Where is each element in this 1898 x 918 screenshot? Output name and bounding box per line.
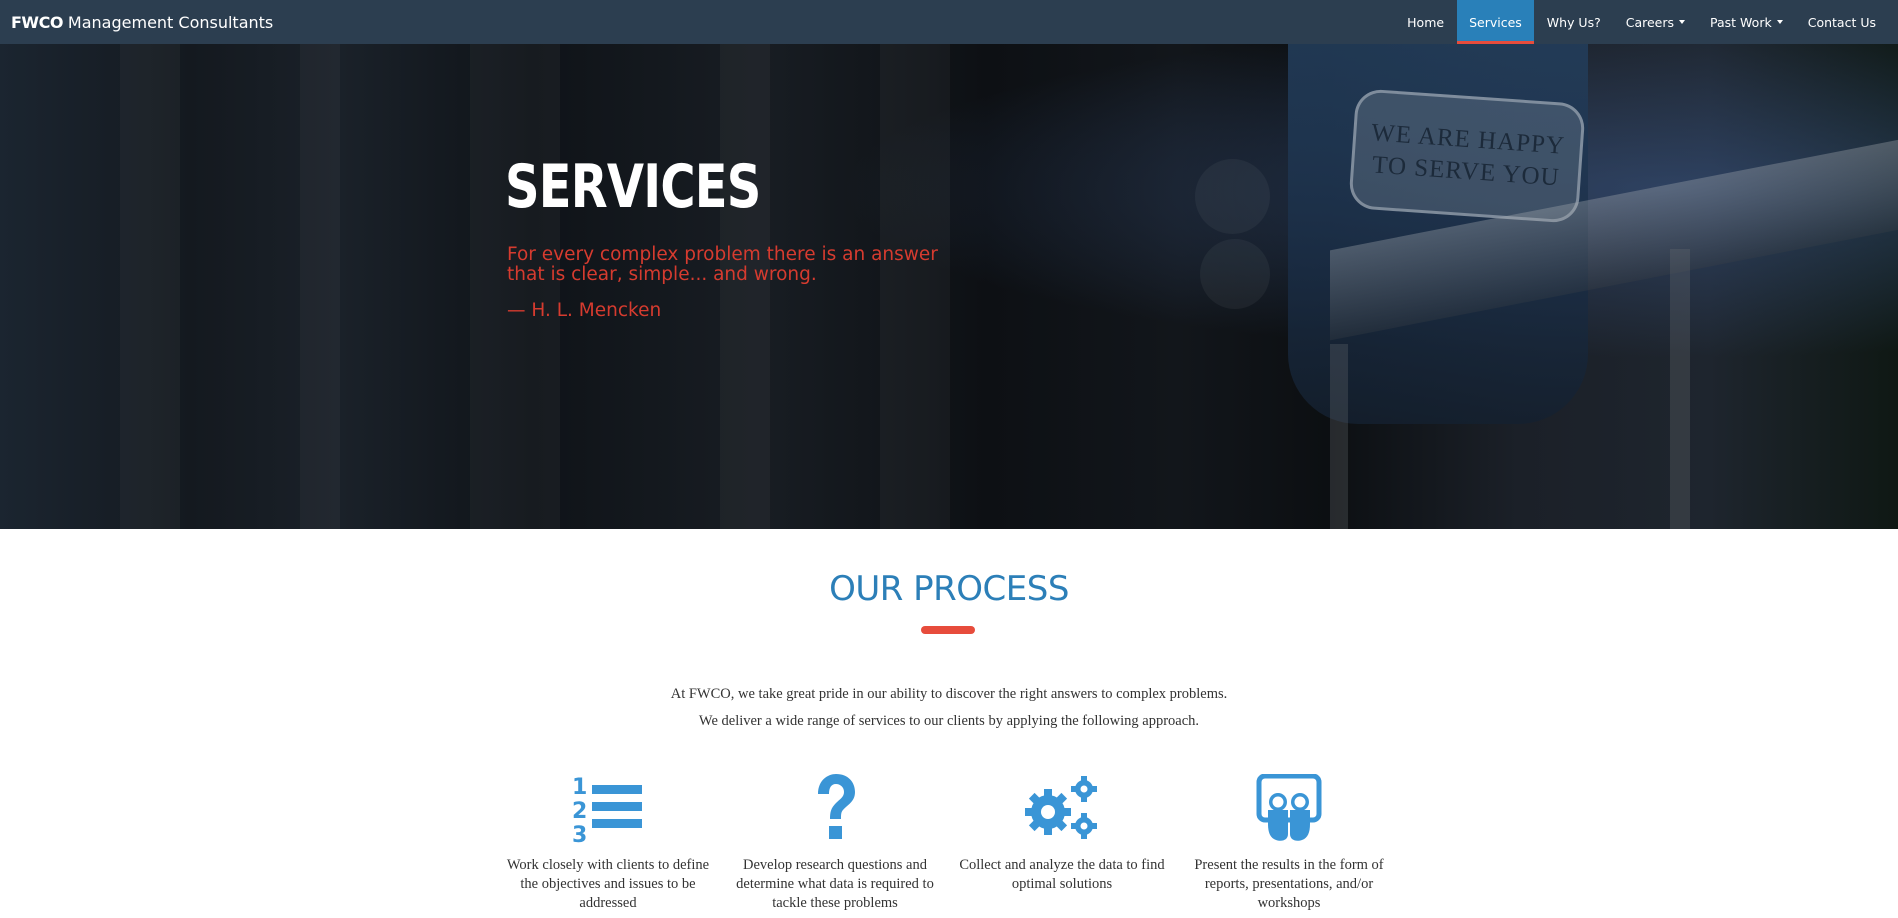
nav-careers[interactable]: Careers <box>1613 0 1697 44</box>
background-stripe <box>470 44 560 529</box>
step-text: Present the results in the form of repor… <box>1194 857 1384 911</box>
svg-text:3: 3 <box>572 823 587 844</box>
background-stripe <box>880 44 950 529</box>
nav-menu: Home Services Why Us? Careers Past Work … <box>1395 0 1898 44</box>
section-title: OUR PROCESS <box>829 569 1069 609</box>
intro-line-2: We deliver a wide range of services to o… <box>698 713 1200 729</box>
bokeh-light <box>1200 239 1270 309</box>
nav-services[interactable]: Services <box>1456 0 1535 44</box>
pillar-image <box>1330 344 1348 529</box>
nav-past-work[interactable]: Past Work <box>1698 0 1796 44</box>
hero-quote: For every complex problem there is an an… <box>507 244 938 285</box>
bokeh-light <box>1195 159 1270 234</box>
nav-home[interactable]: Home <box>1395 0 1457 44</box>
navbar: FWCO Management Consultants Home Services… <box>0 0 1898 44</box>
background-stripe <box>720 44 770 529</box>
nav-past-work-label: Past Work <box>1710 14 1772 30</box>
gears-icon <box>957 774 1167 844</box>
presentation-icon <box>1184 774 1394 844</box>
brand-strong: FWCO <box>11 12 63 32</box>
nav-contact-us[interactable]: Contact Us <box>1795 0 1898 44</box>
process-step: Develop research questions and determine… <box>730 774 940 913</box>
background-stripe <box>120 44 180 529</box>
process-step: Present the results in the form of repor… <box>1184 774 1394 913</box>
pillar-image <box>1670 249 1690 529</box>
nav-why-us[interactable]: Why Us? <box>1534 0 1613 44</box>
quote-author: — H. L. Mencken <box>507 300 662 321</box>
caret-down-icon <box>1776 20 1783 24</box>
cup-label: WE ARE HAPPY TO SERVE YOU <box>1348 88 1586 224</box>
svg-text:1: 1 <box>572 775 587 800</box>
numbered-list-icon: 1 2 3 <box>503 774 713 844</box>
nav-careers-label: Careers <box>1625 14 1675 30</box>
nav-services-label: Services <box>1469 14 1522 30</box>
question-mark-icon <box>730 774 940 844</box>
nav-home-label: Home <box>1407 14 1445 30</box>
process-step: Collect and analyze the data to find opt… <box>957 774 1167 894</box>
svg-text:2: 2 <box>572 799 587 824</box>
hero-banner: WE ARE HAPPY TO SERVE YOU SERVICES For e… <box>0 44 1898 529</box>
brand-logo[interactable]: FWCO Management Consultants <box>0 13 273 32</box>
nav-contact-us-label: Contact Us <box>1807 14 1876 30</box>
step-text: Collect and analyze the data to find opt… <box>959 857 1165 892</box>
background-stripe <box>300 44 340 529</box>
section-intro: At FWCO, we take great pride in our abil… <box>0 681 1898 735</box>
nav-why-us-label: Why Us? <box>1546 14 1601 30</box>
page-title: SERVICES <box>505 152 761 222</box>
caret-down-icon <box>1679 20 1686 24</box>
process-step: 1 2 3 Work closely with clients to defin… <box>503 774 713 913</box>
section-divider <box>921 626 975 634</box>
intro-line-1: At FWCO, we take great pride in our abil… <box>670 686 1228 702</box>
step-text: Work closely with clients to define the … <box>506 857 710 911</box>
step-text: Develop research questions and determine… <box>736 857 934 911</box>
brand-name: Management Consultants <box>67 12 274 32</box>
